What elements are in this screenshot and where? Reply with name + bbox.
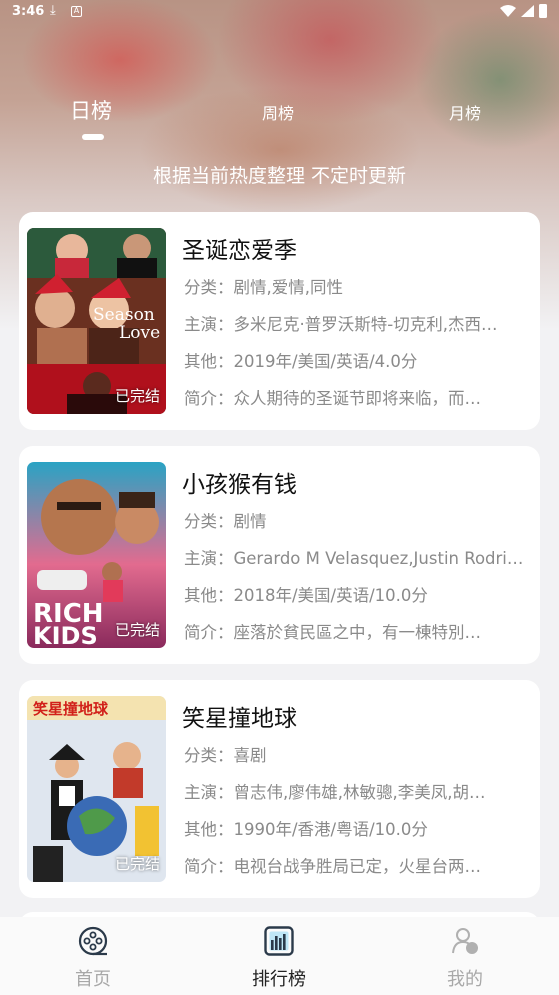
battery-icon (539, 4, 547, 18)
tab-daily[interactable]: 日榜 (70, 95, 112, 125)
status-bar: 3:46 ⤓ A (0, 0, 559, 26)
intro-value: 众人期待的圣诞节即将来临，而… (233, 389, 482, 408)
poster-title-text: 笑星撞地球 (33, 700, 109, 718)
movie-card[interactable]: 笑星撞地球 已完结 笑星撞地球 分类：喜剧 主演：曾志伟,廖伟雄,林敏骢,李美凤… (19, 680, 540, 898)
other-value: 2018年/美国/英语/10.0分 (233, 586, 428, 605)
genre-value: 剧情,爱情,同性 (233, 278, 344, 297)
genre-label: 分类： (184, 746, 234, 765)
movie-poster[interactable]: Season Love 已完结 (27, 228, 166, 414)
cast-value: 多米尼克·普罗沃斯特-切克利,杰西… (233, 315, 498, 334)
other-label: 其他： (184, 586, 234, 605)
nav-home-label: 首页 (75, 969, 111, 990)
movie-title[interactable]: 笑星撞地球 (182, 699, 297, 733)
completed-badge: 已完结 (114, 855, 160, 873)
other-label: 其他： (184, 352, 234, 371)
profile-icon (452, 928, 478, 954)
genre-value: 喜剧 (233, 746, 267, 765)
movie-cast: 主演：Gerardo M Velasquez,Justin Rodri… (184, 545, 530, 569)
movie-other: 其他：2019年/美国/英语/4.0分 (184, 348, 530, 372)
movie-title[interactable]: 圣诞恋爱季 (182, 231, 297, 265)
movie-genre: 分类：喜剧 (184, 742, 530, 766)
nav-mine-label: 我的 (447, 969, 483, 990)
cell-signal-icon (521, 5, 534, 17)
intro-value: 电视台战争胜局已定，火星台两… (233, 857, 482, 876)
movie-intro: 简介：众人期待的圣诞节即将来临，而… (184, 385, 530, 409)
movie-cast: 主演：多米尼克·普罗沃斯特-切克利,杰西… (184, 311, 530, 335)
movie-other: 其他：1990年/香港/粤语/10.0分 (184, 816, 530, 840)
genre-label: 分类： (184, 278, 234, 297)
completed-badge: 已完结 (114, 621, 160, 639)
download-icon: ⤓ (50, 3, 56, 18)
intro-label: 简介： (184, 857, 234, 876)
cast-label: 主演： (184, 783, 234, 802)
movie-genre: 分类：剧情 (184, 508, 530, 532)
intro-label: 简介： (184, 623, 234, 642)
active-tab-indicator (82, 134, 104, 140)
completed-badge: 已完结 (114, 387, 160, 405)
nav-home[interactable]: 首页 (33, 917, 153, 995)
ranking-subtitle: 根据当前热度整理 不定时更新 (152, 165, 407, 187)
movie-other: 其他：2018年/美国/英语/10.0分 (184, 582, 530, 606)
movie-poster[interactable]: 笑星撞地球 已完结 (27, 696, 166, 882)
status-time: 3:46 (12, 4, 45, 19)
movie-poster[interactable]: RICH KIDS 已完结 (27, 462, 166, 648)
film-reel-icon (78, 926, 108, 956)
movie-cast: 主演：曾志伟,廖伟雄,林敏骢,李美凤,胡… (184, 779, 530, 803)
other-label: 其他： (184, 820, 234, 839)
genre-label: 分类： (184, 512, 234, 531)
wifi-icon (500, 5, 516, 17)
chart-bars-icon (264, 926, 294, 956)
cast-value: Gerardo M Velasquez,Justin Rodri… (233, 549, 524, 568)
nav-ranking-label: 排行榜 (252, 969, 306, 990)
svg-text:KIDS: KIDS (33, 622, 98, 648)
cast-label: 主演： (184, 549, 234, 568)
movie-intro: 简介：座落於貧民區之中，有一棟特別… (184, 619, 530, 643)
nav-ranking[interactable]: 排行榜 (219, 917, 339, 995)
tab-monthly[interactable]: 月榜 (449, 100, 481, 124)
intro-label: 简介： (184, 389, 234, 408)
movie-genre: 分类：剧情,爱情,同性 (184, 274, 530, 298)
bottom-nav: 首页 排行榜 我的 (0, 917, 559, 995)
intro-value: 座落於貧民區之中，有一棟特別… (233, 623, 482, 642)
cast-label: 主演： (184, 315, 234, 334)
nav-mine[interactable]: 我的 (405, 917, 525, 995)
tab-weekly[interactable]: 周榜 (262, 100, 294, 124)
poster-title-text: Season (93, 305, 155, 325)
cast-value: 曾志伟,廖伟雄,林敏骢,李美凤,胡… (233, 783, 486, 802)
status-icons (500, 4, 547, 18)
other-value: 2019年/美国/英语/4.0分 (233, 352, 418, 371)
movie-intro: 简介：电视台战争胜局已定，火星台两… (184, 853, 530, 877)
other-value: 1990年/香港/粤语/10.0分 (233, 820, 428, 839)
svg-text:Love: Love (119, 323, 160, 343)
ranking-tabs: 日榜 周榜 月榜 (0, 95, 559, 145)
genre-value: 剧情 (233, 512, 267, 531)
movie-card[interactable]: RICH KIDS 已完结 小孩猴有钱 分类：剧情 主演：Gerardo M V… (19, 446, 540, 664)
a-notification-icon: A (71, 6, 82, 17)
movie-title[interactable]: 小孩猴有钱 (182, 465, 297, 499)
movie-card[interactable]: Season Love 已完结 圣诞恋爱季 分类：剧情,爱情,同性 主演：多米尼… (19, 212, 540, 430)
